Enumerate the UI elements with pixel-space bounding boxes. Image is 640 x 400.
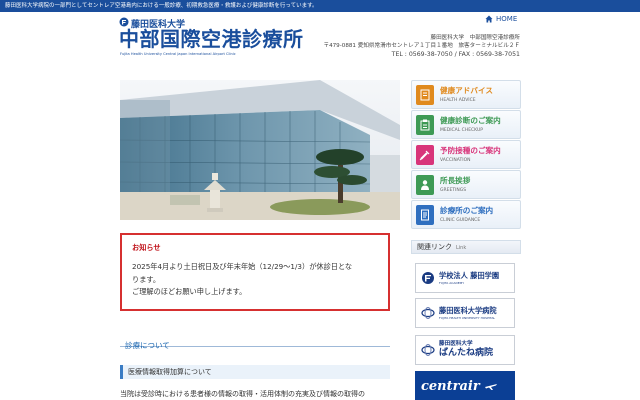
related-links-title: 関連リンク bbox=[417, 243, 452, 251]
site-logo-title[interactable]: 中部国際空港診療所 bbox=[119, 27, 304, 51]
nav-label: 所長挨拶 bbox=[440, 176, 471, 185]
notice-line: 2025年4月より土日祝日及び年末年始（12/29〜1/3）が休診日とな bbox=[132, 262, 353, 271]
nav-label: 診療所のご案内 bbox=[440, 206, 494, 215]
nav-label-en: CLINIC GUIDANCE bbox=[440, 218, 481, 223]
notepad-icon bbox=[416, 84, 434, 105]
address-clinic-name: 藤田医科大学 中部国際空港診療所 bbox=[430, 35, 520, 41]
nav-label-en: MEDICAL CHECKUP bbox=[440, 128, 484, 133]
doctor-icon bbox=[416, 174, 434, 195]
home-icon bbox=[485, 15, 493, 23]
nav-label: 予防接種のご案内 bbox=[440, 146, 501, 155]
related-links-heading: 関連リンク Link bbox=[411, 240, 521, 254]
banner-label: 藤田医科大学病院 bbox=[439, 306, 497, 315]
notice-line: ご理解のほどお願い申し上げます。 bbox=[132, 287, 247, 296]
fujita-logo-icon bbox=[119, 17, 129, 27]
logo-english-name: Fujita Health University Central Japan I… bbox=[120, 52, 236, 56]
related-links-title-en: Link bbox=[456, 245, 467, 251]
section-heading: 診療について bbox=[120, 333, 390, 350]
hospital-logo-icon bbox=[421, 307, 435, 319]
banner-label: ばんたね病院 bbox=[439, 348, 494, 358]
syringe-icon bbox=[416, 144, 434, 165]
nav-label-en: GREETINGS bbox=[440, 188, 467, 193]
clipboard-icon bbox=[416, 114, 434, 135]
banner-label-en: FUJITA ACADEMY bbox=[439, 281, 465, 285]
nav-label-en: VACCINATION bbox=[440, 158, 471, 163]
section-heading-label: 診療について bbox=[125, 341, 170, 350]
nav-item-medical-checkup[interactable]: 健康診断のご案内 MEDICAL CHECKUP bbox=[411, 110, 521, 139]
nav-label: 健康アドバイス bbox=[440, 86, 493, 95]
banner-bantane-hospital[interactable]: 藤田医科大学 ばんたね病院 bbox=[415, 335, 515, 365]
subsection-heading: 医療情報取得加算について bbox=[120, 365, 390, 379]
hospital-logo-icon bbox=[421, 344, 435, 356]
nav-item-vaccination[interactable]: 予防接種のご案内 VACCINATION bbox=[411, 140, 521, 169]
home-link[interactable]: HOME bbox=[485, 15, 517, 23]
banner-fujita-hospital[interactable]: 藤田医科大学病院 FUJITA HEALTH UNIVERSITY HOSPIT… bbox=[415, 298, 515, 328]
nav-label-en: HEALTH ADVICE bbox=[440, 98, 476, 103]
side-nav: 健康アドバイス HEALTH ADVICE 健康診断のご案内 MEDICAL C… bbox=[411, 80, 521, 230]
fujita-academy-logo-icon bbox=[422, 272, 434, 284]
notice-line: ります。 bbox=[132, 274, 161, 284]
contact-tel-fax: TEL : 0569-38-7050 / FAX : 0569-38-7051 bbox=[391, 51, 520, 58]
banner-centrair[interactable]: centrair bbox=[415, 371, 515, 400]
nav-item-greetings[interactable]: 所長挨拶 GREETINGS bbox=[411, 170, 521, 199]
notice-box: お知らせ 2025年4月より土日祝日及び年末年始（12/29〜1/3）が休診日と… bbox=[120, 233, 390, 311]
nav-item-clinic-guidance[interactable]: 診療所のご案内 CLINIC GUIDANCE bbox=[411, 200, 521, 229]
centrair-logo-text: centrair bbox=[421, 378, 480, 394]
notice-title: お知らせ bbox=[132, 243, 161, 252]
document-icon bbox=[416, 204, 434, 225]
section-text: 当院は受診時における患者様の情報の取得・活用体制の充実及び情報の取得の bbox=[120, 390, 365, 398]
airplane-icon bbox=[484, 384, 497, 390]
address-line: 〒479-0881 愛知県常滑市セントレア１丁目１番地 旅客ターミナルビル２Ｆ bbox=[323, 43, 520, 49]
nav-label: 健康診断のご案内 bbox=[440, 116, 501, 125]
banner-label: 藤田医科大学 bbox=[439, 341, 473, 347]
top-info-bar: 藤田医科大学病院の一部門としてセントレア空港島内における一般診療、初期救急医療・… bbox=[0, 0, 640, 12]
banner-label: 学校法人 藤田学園 bbox=[439, 271, 500, 280]
nav-item-health-advice[interactable]: 健康アドバイス HEALTH ADVICE bbox=[411, 80, 521, 109]
home-link-label: HOME bbox=[496, 15, 518, 23]
hero-airport-image bbox=[120, 80, 400, 220]
banner-label-en: FUJITA HEALTH UNIVERSITY HOSPITAL bbox=[439, 316, 496, 320]
banner-fujita-academy[interactable]: 学校法人 藤田学園 FUJITA ACADEMY bbox=[415, 263, 515, 293]
